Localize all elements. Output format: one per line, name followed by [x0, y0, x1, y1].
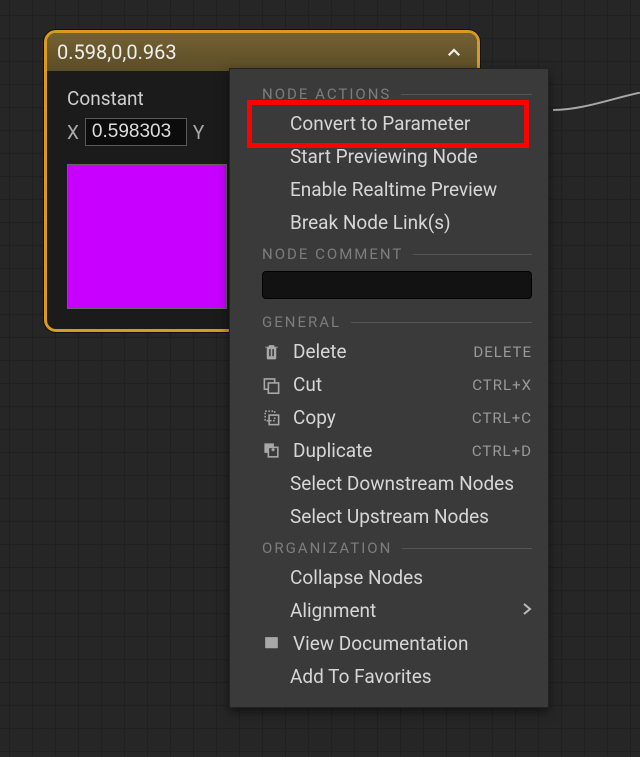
- section-general: GENERAL: [230, 307, 548, 335]
- book-icon: [262, 634, 281, 653]
- menu-enable-realtime[interactable]: Enable Realtime Preview: [230, 173, 548, 206]
- axis-y-label: Y: [193, 121, 204, 144]
- menu-cut[interactable]: Cut CTRL+X: [230, 368, 548, 401]
- chevron-right-icon: [522, 601, 532, 620]
- node-header[interactable]: 0.598,0,0.963: [47, 33, 477, 71]
- chevron-up-icon[interactable]: [445, 43, 463, 61]
- color-swatch: [67, 164, 227, 309]
- menu-add-to-favorites[interactable]: Add To Favorites: [230, 660, 548, 693]
- menu-delete[interactable]: Delete DELETE: [230, 335, 548, 368]
- duplicate-icon: [262, 441, 281, 460]
- menu-convert-to-parameter[interactable]: Convert to Parameter: [230, 107, 548, 140]
- section-node-comment: NODE COMMENT: [230, 239, 548, 267]
- node-title: 0.598,0,0.963: [57, 40, 177, 64]
- menu-break-links[interactable]: Break Node Link(s): [230, 206, 548, 239]
- copy-icon: [262, 408, 281, 427]
- trash-icon: [262, 342, 281, 361]
- constant-label: Constant: [67, 87, 227, 110]
- menu-start-previewing[interactable]: Start Previewing Node: [230, 140, 548, 173]
- menu-alignment[interactable]: Alignment: [230, 594, 548, 627]
- menu-copy[interactable]: Copy CTRL+C: [230, 401, 548, 434]
- comment-input[interactable]: [262, 271, 532, 299]
- section-organization: ORGANIZATION: [230, 533, 548, 561]
- menu-select-downstream[interactable]: Select Downstream Nodes: [230, 467, 548, 500]
- vector-row: X Y: [67, 118, 227, 146]
- context-menu[interactable]: NODE ACTIONS Convert to Parameter Start …: [229, 68, 549, 708]
- shortcut-delete: DELETE: [473, 343, 532, 361]
- shortcut-copy: CTRL+C: [472, 409, 532, 427]
- menu-view-documentation[interactable]: View Documentation: [230, 627, 548, 660]
- menu-collapse-nodes[interactable]: Collapse Nodes: [230, 561, 548, 594]
- x-input[interactable]: [85, 118, 187, 146]
- cut-icon: [262, 375, 281, 394]
- shortcut-duplicate: CTRL+D: [472, 442, 532, 460]
- menu-duplicate[interactable]: Duplicate CTRL+D: [230, 434, 548, 467]
- section-node-actions: NODE ACTIONS: [230, 79, 548, 107]
- axis-x-label: X: [67, 121, 79, 144]
- menu-select-upstream[interactable]: Select Upstream Nodes: [230, 500, 548, 533]
- shortcut-cut: CTRL+X: [472, 376, 532, 394]
